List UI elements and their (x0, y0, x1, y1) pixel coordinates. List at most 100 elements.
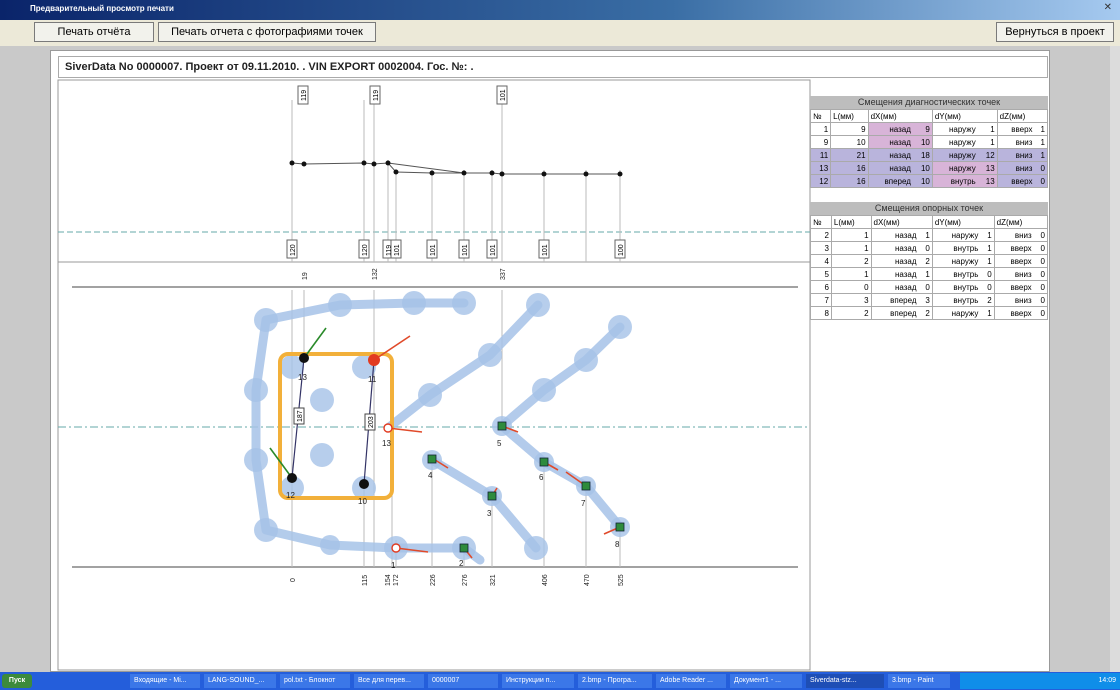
cell-l: 1 (830, 267, 872, 281)
window-title: Предварительный просмотр печати (30, 4, 174, 13)
cell-dz: 0 (1034, 174, 1049, 188)
cell-l: 21 (830, 148, 869, 162)
table-row: 9 10 назад 10 наружу 1 вниз 1 (809, 135, 1049, 149)
taskbar: Пуск Входящие - Mi... LANG-SOUND_... pol… (0, 672, 1120, 690)
cell-dy: 1 (980, 241, 995, 255)
col-header: dY(мм) (931, 215, 995, 229)
cell-dy: 12 (977, 148, 998, 162)
window-titlebar: Предварительный просмотр печати ✕ (0, 0, 1120, 20)
cell-dxd: назад (870, 280, 919, 294)
cell-dy: 1 (977, 135, 998, 149)
close-icon[interactable]: ✕ (1104, 2, 1112, 13)
cell-dx: 10 (912, 135, 933, 149)
cell-dy: 1 (980, 306, 995, 320)
print-report-photos-button[interactable]: Печать отчета с фотографиями точек (158, 22, 376, 42)
cell-dy: 0 (980, 280, 995, 294)
taskbar-item[interactable]: pol.txt - Блокнот (280, 674, 350, 688)
diag-points-table: Смещения диагностических точек № L(мм) d… (809, 96, 1049, 188)
taskbar-item[interactable]: Инструкции п... (502, 674, 574, 688)
cell-n: 1 (809, 122, 832, 136)
diag-table-title: Смещения диагностических точек (810, 96, 1048, 109)
cell-dz: 0 (1033, 241, 1048, 255)
cell-dxd: вперед (870, 293, 919, 307)
report-header: SiverData No 0000007. Проект от 09.11.20… (58, 56, 1048, 78)
cell-dz: 0 (1034, 161, 1049, 175)
cell-n: 6 (810, 280, 832, 294)
cell-dx: 0 (918, 241, 933, 255)
cell-dz: 0 (1033, 280, 1048, 294)
cell-dyd: внутрь (931, 280, 981, 294)
system-tray: 14:09 (960, 673, 1120, 689)
cell-dy: 2 (980, 293, 995, 307)
cell-n: 4 (810, 254, 832, 268)
cell-dx: 0 (918, 280, 933, 294)
col-header: L(мм) (830, 109, 869, 123)
cell-n: 2 (810, 228, 832, 242)
cell-dxd: назад (870, 254, 919, 268)
taskbar-item[interactable]: Входящие - Mi... (130, 674, 200, 688)
cell-dz: 0 (1033, 228, 1048, 242)
cell-l: 2 (830, 254, 872, 268)
table-row: 1 9 назад 9 наружу 1 вверх 1 (809, 122, 1049, 136)
cell-l: 1 (830, 228, 872, 242)
taskbar-item[interactable]: Документ1 - ... (730, 674, 802, 688)
table-row: 8 2 вперед 2 наружу 1 вверх 0 (810, 306, 1048, 320)
cell-l: 10 (830, 135, 869, 149)
cell-dx: 2 (918, 254, 933, 268)
back-to-project-button[interactable]: Вернуться в проект (996, 22, 1114, 42)
cell-dyd: внутрь (931, 241, 981, 255)
cell-dx: 1 (918, 267, 933, 281)
cell-dxd: назад (870, 228, 919, 242)
cell-dzd: вниз (996, 161, 1035, 175)
cell-dzd: вниз (993, 267, 1034, 281)
print-report-button[interactable]: Печать отчёта (34, 22, 154, 42)
cell-dy: 0 (980, 267, 995, 281)
cell-dxd: назад (867, 122, 913, 136)
cell-n: 12 (809, 174, 832, 188)
cell-dy: 13 (977, 161, 998, 175)
cell-n: 7 (810, 293, 832, 307)
cell-dy: 1 (977, 122, 998, 136)
cell-dzd: вниз (996, 135, 1035, 149)
taskbar-item[interactable]: Adobe Reader ... (656, 674, 726, 688)
cell-dxd: вперед (867, 174, 913, 188)
start-button[interactable]: Пуск (2, 674, 32, 688)
taskbar-item-active[interactable]: Siverdata-stz... (806, 674, 884, 688)
cell-n: 3 (810, 241, 832, 255)
taskbar-item[interactable]: 2.bmp - Програ... (578, 674, 652, 688)
table-header-row: № L(мм) dX(мм) dY(мм) dZ(мм) (809, 109, 1049, 123)
cell-dy: 1 (980, 228, 995, 242)
cell-dy: 1 (980, 254, 995, 268)
cell-dz: 1 (1034, 122, 1049, 136)
table-header-row: № L(мм) dX(мм) dY(мм) dZ(мм) (810, 215, 1049, 229)
cell-dx: 10 (912, 174, 933, 188)
cell-dz: 0 (1033, 293, 1048, 307)
cell-l: 9 (830, 122, 869, 136)
cell-dzd: вверх (996, 122, 1035, 136)
cell-dz: 1 (1034, 135, 1049, 149)
cell-dzd: вниз (993, 228, 1034, 242)
cell-dy: 13 (977, 174, 998, 188)
toolbar: Печать отчёта Печать отчета с фотография… (0, 20, 1120, 46)
cell-dzd: вверх (993, 280, 1034, 294)
cell-dx: 2 (918, 306, 933, 320)
col-header: dZ(мм) (996, 109, 1049, 123)
ref-table-title: Смещения опорных точек (810, 202, 1048, 215)
cell-n: 8 (810, 306, 832, 320)
taskbar-item[interactable]: 3.bmp - Paint (888, 674, 950, 688)
cell-dzd: вниз (996, 148, 1035, 162)
table-row: 2 1 назад 1 наружу 1 вниз 0 (810, 228, 1048, 242)
col-header: dY(мм) (931, 109, 998, 123)
cell-dyd: внутрь (931, 267, 981, 281)
taskbar-item[interactable]: 0000007 (428, 674, 498, 688)
cell-dyd: наружу (931, 122, 978, 136)
table-row: 12 16 вперед 10 внутрь 13 вверх 0 (809, 174, 1049, 188)
taskbar-item[interactable]: LANG-SOUND_... (204, 674, 276, 688)
cell-dzd: вверх (993, 306, 1034, 320)
cell-dyd: наружу (931, 135, 978, 149)
cell-dyd: наружу (931, 254, 981, 268)
cell-n: 9 (809, 135, 832, 149)
taskbar-item[interactable]: Все для перев... (354, 674, 424, 688)
vertical-scrollbar[interactable] (1110, 46, 1120, 672)
cell-n: 5 (810, 267, 832, 281)
